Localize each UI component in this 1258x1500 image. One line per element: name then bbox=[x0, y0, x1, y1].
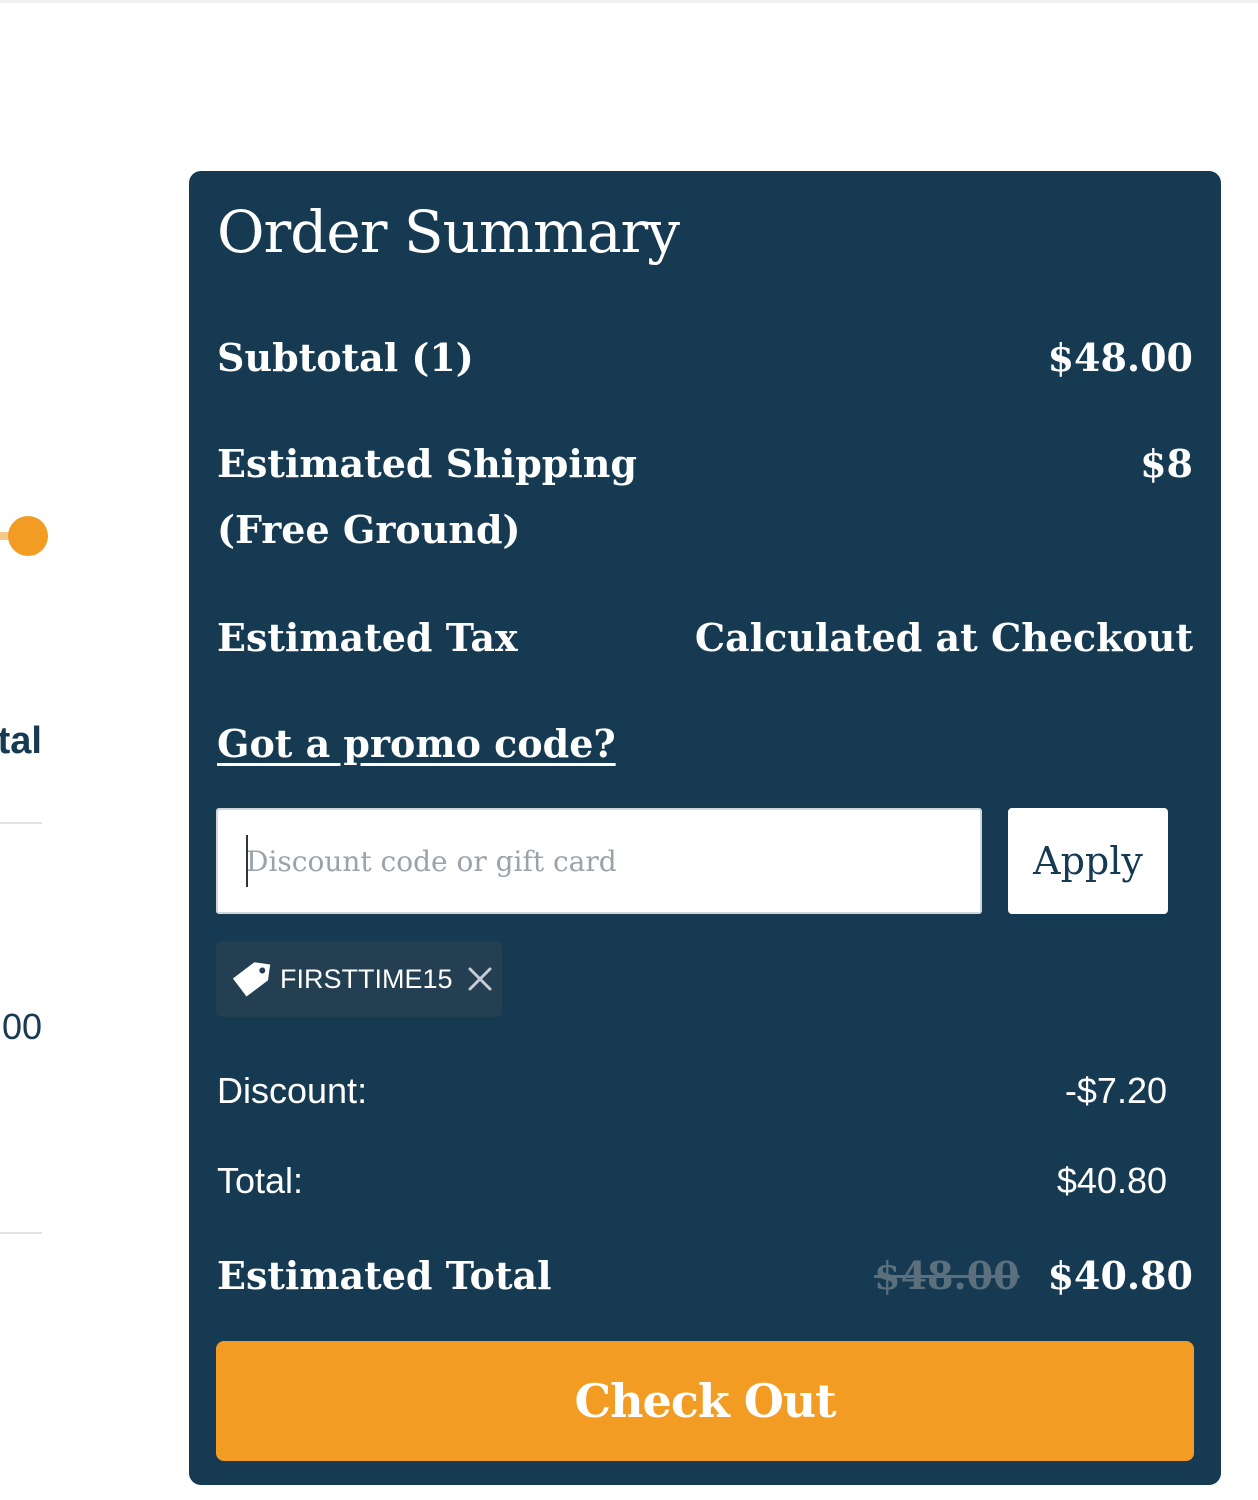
shipping-label: Estimated Shipping (Free Ground) bbox=[217, 431, 637, 563]
total-value: $40.80 bbox=[1056, 1160, 1167, 1201]
left-divider bbox=[0, 822, 42, 824]
close-icon[interactable] bbox=[465, 964, 495, 994]
left-divider bbox=[0, 1232, 42, 1234]
tax-label: Estimated Tax bbox=[217, 615, 518, 660]
original-price: $48.00 bbox=[874, 1253, 1020, 1298]
left-label-fragment: tal bbox=[0, 720, 42, 762]
order-summary-title: Order Summary bbox=[217, 198, 680, 266]
text-caret bbox=[246, 835, 248, 887]
order-summary-panel: Order Summary Subtotal (1) $48.00 Estima… bbox=[189, 171, 1221, 1485]
left-value-fragment: 00 bbox=[1, 1006, 42, 1047]
discount-value: -$7.20 bbox=[1064, 1070, 1167, 1111]
subtotal-row: Subtotal (1) $48.00 bbox=[217, 325, 1193, 391]
tax-value: Calculated at Checkout bbox=[694, 615, 1193, 660]
estimated-total-label: Estimated Total bbox=[217, 1253, 552, 1298]
discount-label: Discount: bbox=[217, 1070, 368, 1111]
top-border bbox=[0, 0, 1258, 3]
total-row: Total: $40.80 bbox=[217, 1151, 1167, 1211]
apply-button[interactable]: Apply bbox=[1008, 808, 1168, 914]
applied-code-text: FIRSTTIME15 bbox=[280, 963, 453, 994]
progress-dot bbox=[8, 516, 48, 556]
promo-code-link[interactable]: Got a promo code? bbox=[217, 711, 616, 777]
tax-row: Estimated Tax Calculated at Checkout bbox=[217, 605, 1193, 671]
subtotal-value: $48.00 bbox=[1047, 335, 1193, 380]
discounted-price: $40.80 bbox=[1047, 1253, 1193, 1298]
shipping-label-line1: Estimated Shipping bbox=[217, 441, 637, 486]
applied-code-chip: FIRSTTIME15 bbox=[216, 941, 502, 1017]
estimated-total-row: Estimated Total $48.00 $40.80 bbox=[217, 1243, 1193, 1309]
estimated-total-values: $48.00 $40.80 bbox=[874, 1243, 1193, 1309]
total-label: Total: bbox=[217, 1160, 304, 1201]
shipping-value: $8 bbox=[1140, 441, 1193, 486]
checkout-button[interactable]: Check Out bbox=[216, 1341, 1194, 1461]
shipping-row: Estimated Shipping (Free Ground) $8 bbox=[217, 431, 1193, 563]
discount-row: Discount: -$7.20 bbox=[217, 1061, 1167, 1121]
shipping-label-line2: (Free Ground) bbox=[217, 507, 521, 552]
tag-icon bbox=[230, 958, 272, 1000]
promo-code-input[interactable] bbox=[216, 808, 982, 914]
subtotal-label: Subtotal (1) bbox=[217, 335, 474, 380]
